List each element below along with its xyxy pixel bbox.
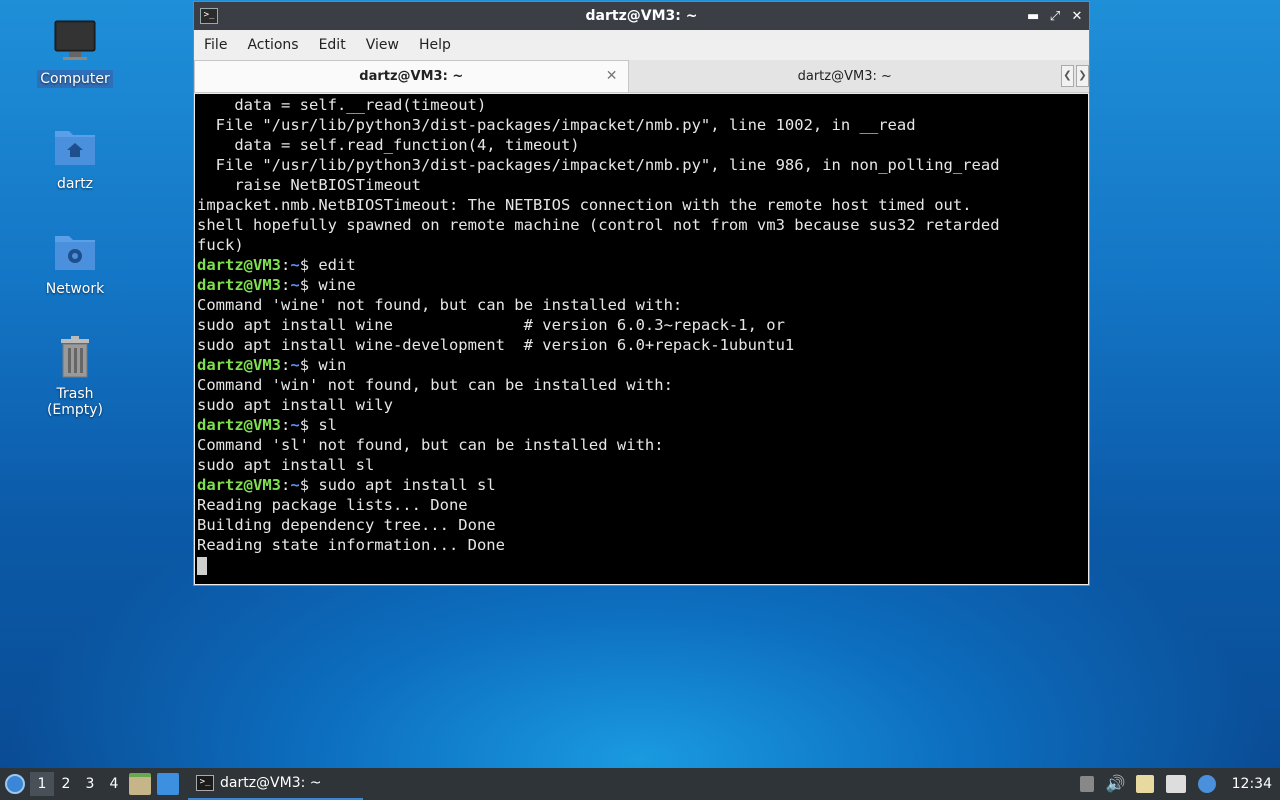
terminal-prompt-line: dartz@VM3:~$ win — [197, 356, 347, 374]
workspace-2[interactable]: 2 — [54, 776, 78, 792]
workspace-4[interactable]: 4 — [102, 776, 126, 792]
taskbar-task-terminal[interactable]: >_ dartz@VM3: ~ — [188, 768, 363, 800]
desktop-icon-trash[interactable]: Trash (Empty) — [25, 333, 125, 419]
lubuntu-logo-icon — [5, 774, 25, 794]
terminal-line: File "/usr/lib/python3/dist-packages/imp… — [197, 116, 916, 134]
terminal-line: Command 'win' not found, but can be inst… — [197, 376, 673, 394]
tab-scroll-right-icon[interactable]: ❯ — [1076, 65, 1089, 87]
prompt-path: ~ — [290, 276, 300, 294]
prompt-command: $ edit — [299, 256, 356, 274]
window-titlebar[interactable]: >_ dartz@VM3: ~ ▬ ⤢ ✕ — [194, 2, 1089, 30]
tab-scroll-left-icon[interactable]: ❮ — [1061, 65, 1074, 87]
window-title: dartz@VM3: ~ — [585, 8, 698, 24]
prompt-path: ~ — [290, 356, 300, 374]
prompt-command: $ sl — [299, 416, 338, 434]
terminal-line: Reading package lists... Done — [197, 496, 468, 514]
tab-bar: dartz@VM3: ~ ✕ dartz@VM3: ~ ❮ ❯ — [194, 60, 1089, 93]
terminal-line: fuck) — [197, 236, 244, 254]
file-manager-icon[interactable] — [129, 773, 151, 795]
terminal-line: sudo apt install wily — [197, 396, 393, 414]
desktop-icon-label: dartz — [56, 176, 94, 192]
system-tray: 🔊 12:34 — [1079, 768, 1280, 800]
tab-label: dartz@VM3: ~ — [797, 68, 892, 84]
prompt-command: $ win — [299, 356, 347, 374]
update-notifier-icon[interactable] — [1197, 775, 1216, 793]
volume-icon[interactable]: 🔊 — [1106, 775, 1126, 793]
terminal-window: >_ dartz@VM3: ~ ▬ ⤢ ✕ File Actions Edit … — [193, 1, 1090, 586]
terminal-line: Reading state information... Done — [197, 536, 505, 554]
prompt-path: ~ — [290, 416, 300, 434]
prompt-user: dartz@VM3 — [197, 356, 281, 374]
terminal-line: data = self.__read(timeout) — [197, 96, 487, 114]
menu-actions[interactable]: Actions — [237, 37, 308, 53]
prompt-user: dartz@VM3 — [197, 416, 281, 434]
home-folder-icon — [51, 123, 99, 171]
network-folder-icon — [51, 228, 99, 276]
terminal-prompt-line: dartz@VM3:~$ edit — [197, 256, 356, 274]
prompt-command: $ sudo apt install sl — [299, 476, 496, 494]
menubar: File Actions Edit View Help — [194, 30, 1089, 60]
desktop-icon-home[interactable]: dartz — [25, 123, 125, 193]
trash-icon — [51, 333, 99, 381]
terminal-icon: >_ — [196, 775, 214, 791]
terminal-prompt-line: dartz@VM3:~$ wine — [197, 276, 356, 294]
menu-help[interactable]: Help — [409, 37, 461, 53]
tray-arrow-icon[interactable] — [1079, 776, 1094, 792]
taskbar: 1 2 3 4 >_ dartz@VM3: ~ 🔊 12:34 — [0, 768, 1280, 800]
terminal-line: sudo apt install wine-development # vers… — [197, 336, 795, 354]
desktop-icon-computer[interactable]: Computer — [25, 18, 125, 88]
tab-1[interactable]: dartz@VM3: ~ ✕ — [194, 60, 629, 92]
maximize-icon[interactable]: ⤢ — [1049, 9, 1061, 24]
task-label: dartz@VM3: ~ — [220, 775, 322, 791]
minimize-icon[interactable]: ▬ — [1027, 9, 1039, 24]
prompt-command: $ wine — [299, 276, 356, 294]
terminal-line: impacket.nmb.NetBIOSTimeout: The NETBIOS… — [197, 196, 972, 214]
menu-edit[interactable]: Edit — [309, 37, 356, 53]
desktop-icon-network[interactable]: Network — [25, 228, 125, 298]
prompt-user: dartz@VM3 — [197, 476, 281, 494]
terminal-line: raise NetBIOSTimeout — [197, 176, 421, 194]
clipboard-icon[interactable] — [1135, 775, 1154, 793]
terminal-line: sudo apt install wine # version 6.0.3~re… — [197, 316, 785, 334]
network-icon[interactable] — [1165, 775, 1186, 793]
close-icon[interactable]: ✕ — [1071, 9, 1083, 24]
terminal-text: data = self.__read(timeout) File "/usr/l… — [195, 94, 1088, 576]
show-desktop-icon[interactable] — [157, 773, 179, 795]
terminal-line: Command 'wine' not found, but can be ins… — [197, 296, 683, 314]
prompt-path: ~ — [290, 256, 300, 274]
prompt-user: dartz@VM3 — [197, 256, 281, 274]
terminal-line: Command 'sl' not found, but can be insta… — [197, 436, 664, 454]
terminal-line: Building dependency tree... Done — [197, 516, 496, 534]
workspace-3[interactable]: 3 — [78, 776, 102, 792]
clock[interactable]: 12:34 — [1232, 776, 1272, 792]
desktop-icon-label: Trash (Empty) — [46, 386, 104, 418]
prompt-path: ~ — [290, 476, 300, 494]
terminal-output[interactable]: data = self.__read(timeout) File "/usr/l… — [195, 94, 1088, 584]
menu-file[interactable]: File — [194, 37, 237, 53]
tab-2[interactable]: dartz@VM3: ~ — [629, 60, 1062, 92]
start-menu-button[interactable] — [0, 768, 30, 800]
terminal-cursor — [197, 556, 207, 575]
terminal-prompt-line: dartz@VM3:~$ sudo apt install sl — [197, 476, 496, 494]
terminal-prompt-line: dartz@VM3:~$ sl — [197, 416, 338, 434]
terminal-line: File "/usr/lib/python3/dist-packages/imp… — [197, 156, 1000, 174]
terminal-line: data = self.read_function(4, timeout) — [197, 136, 580, 154]
workspace-1[interactable]: 1 — [30, 772, 54, 796]
prompt-user: dartz@VM3 — [197, 276, 281, 294]
desktop-icon-label: Network — [45, 281, 105, 297]
terminal-line: shell hopefully spawned on remote machin… — [197, 216, 1000, 234]
desktop-icon-label: Computer — [37, 70, 113, 88]
tab-label: dartz@VM3: ~ — [359, 69, 464, 84]
computer-icon — [51, 18, 99, 66]
menu-view[interactable]: View — [356, 37, 409, 53]
tab-close-icon[interactable]: ✕ — [606, 68, 618, 84]
terminal-line: sudo apt install sl — [197, 456, 375, 474]
